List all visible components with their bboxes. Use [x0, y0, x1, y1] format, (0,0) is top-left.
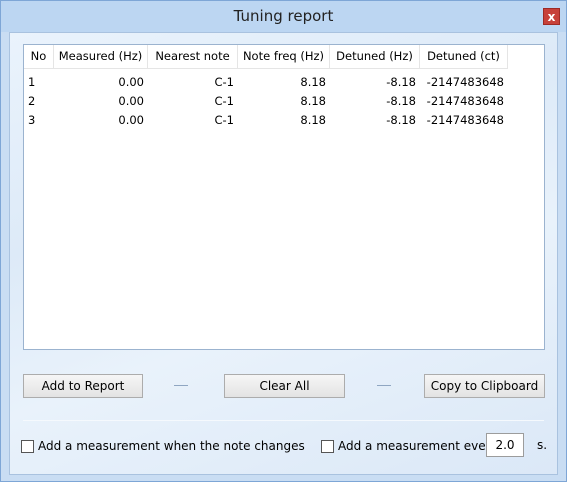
- column-header-detuned-ct[interactable]: Detuned (ct): [420, 45, 508, 69]
- cell-no: 2: [28, 94, 36, 108]
- window-title: Tuning report: [233, 7, 334, 25]
- note-change-option[interactable]: Add a measurement when the note changes: [21, 437, 305, 455]
- separator-left: [174, 385, 188, 386]
- table-row[interactable]: 2 0.00 C-1 8.18 -8.18 -2147483648: [24, 92, 508, 111]
- close-button[interactable]: x: [543, 8, 560, 25]
- cell-note-freq: 8.18: [300, 113, 326, 127]
- note-change-checkbox[interactable]: [21, 439, 34, 453]
- cell-measured: 0.00: [118, 113, 144, 127]
- note-change-label: Add a measurement when the note changes: [38, 439, 305, 453]
- cell-measured: 0.00: [118, 75, 144, 89]
- cell-nearest-note: C-1: [214, 75, 235, 89]
- cell-no: 1: [28, 75, 36, 89]
- table-row[interactable]: 3 0.00 C-1 8.18 -8.18 -2147483648: [24, 111, 508, 130]
- column-header-detuned-hz[interactable]: Detuned (Hz): [330, 45, 420, 69]
- clear-all-button[interactable]: Clear All: [224, 374, 345, 398]
- interval-input[interactable]: 2.0: [486, 433, 524, 457]
- divider: [23, 420, 544, 421]
- close-icon: x: [547, 10, 556, 24]
- table-header: No Measured (Hz) Nearest note Note freq …: [24, 45, 508, 69]
- cell-detuned-hz: -8.18: [386, 113, 416, 127]
- cell-detuned-ct: -2147483648: [426, 94, 504, 108]
- cell-detuned-ct: -2147483648: [426, 113, 504, 127]
- tuning-report-window: Tuning report x No Measured (Hz) Nearest…: [0, 0, 567, 482]
- table-row[interactable]: 1 0.00 C-1 8.18 -8.18 -2147483648: [24, 73, 508, 92]
- interval-option[interactable]: Add a measurement every: [321, 437, 498, 455]
- interval-label: Add a measurement every: [338, 439, 498, 453]
- interval-checkbox[interactable]: [321, 439, 334, 453]
- title-bar[interactable]: Tuning report x: [1, 1, 566, 32]
- column-header-no[interactable]: No: [24, 45, 54, 69]
- cell-nearest-note: C-1: [214, 113, 235, 127]
- cell-no: 3: [28, 113, 36, 127]
- cell-detuned-hz: -8.18: [386, 75, 416, 89]
- cell-detuned-hz: -8.18: [386, 94, 416, 108]
- cell-detuned-ct: -2147483648: [426, 75, 504, 89]
- cell-nearest-note: C-1: [214, 94, 235, 108]
- cell-note-freq: 8.18: [300, 75, 326, 89]
- cell-note-freq: 8.18: [300, 94, 326, 108]
- cell-measured: 0.00: [118, 94, 144, 108]
- copy-to-clipboard-button[interactable]: Copy to Clipboard: [424, 374, 545, 398]
- column-header-nearest-note[interactable]: Nearest note: [148, 45, 238, 69]
- client-area: No Measured (Hz) Nearest note Note freq …: [9, 32, 558, 475]
- column-header-note-freq[interactable]: Note freq (Hz): [238, 45, 330, 69]
- interval-unit: s.: [537, 438, 548, 452]
- separator-right: [377, 385, 391, 386]
- add-to-report-button[interactable]: Add to Report: [23, 374, 143, 398]
- column-header-measured[interactable]: Measured (Hz): [54, 45, 148, 69]
- report-table[interactable]: No Measured (Hz) Nearest note Note freq …: [23, 44, 545, 350]
